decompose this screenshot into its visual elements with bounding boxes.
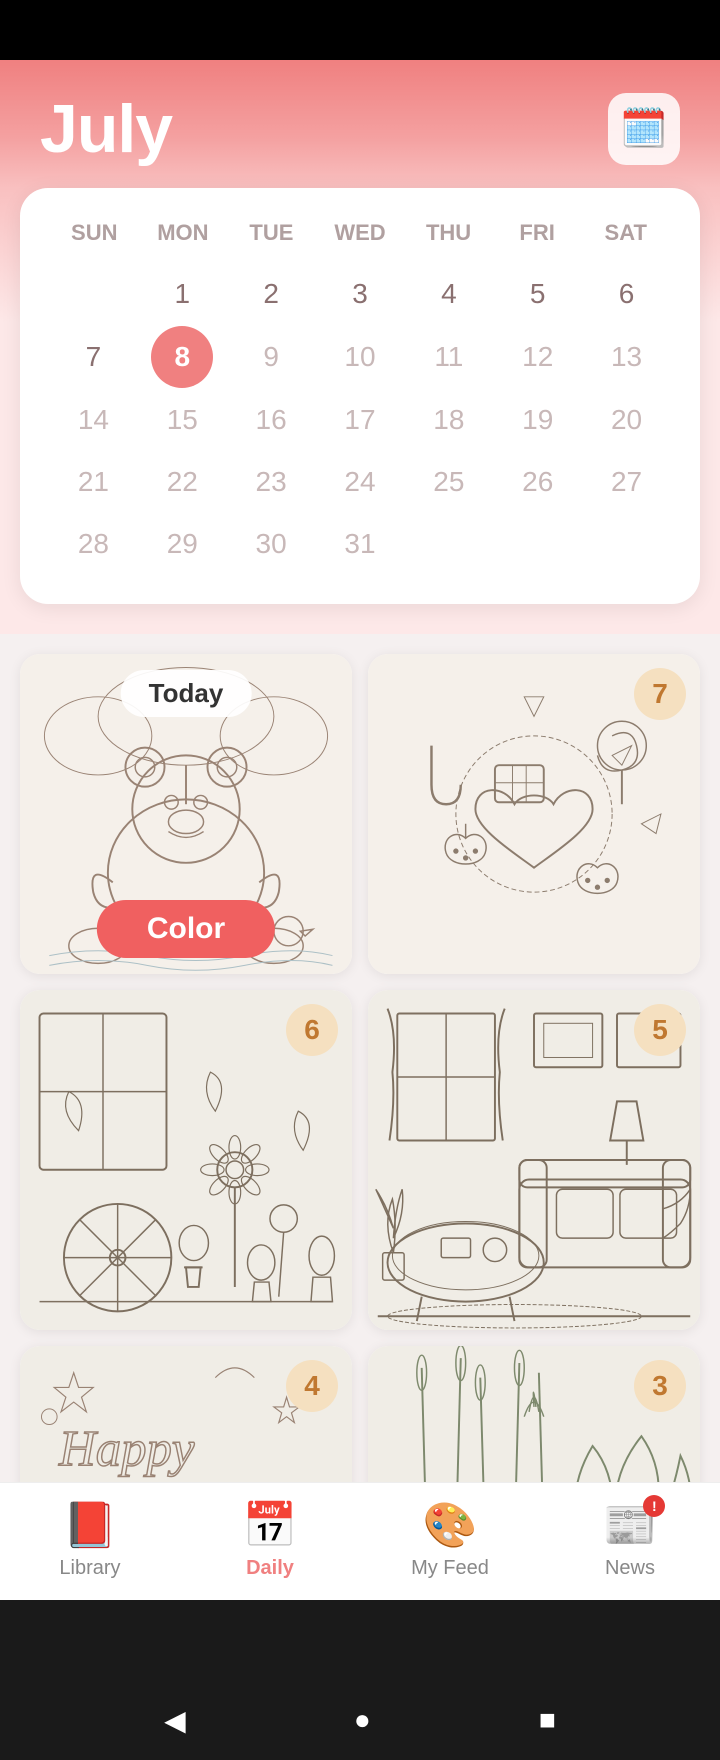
cal-header-sun: SUN bbox=[50, 212, 139, 254]
cal-day-13: 13 bbox=[611, 327, 642, 387]
day7-art: 7 bbox=[368, 654, 700, 974]
home-button[interactable]: ● bbox=[354, 1704, 371, 1736]
news-badge: ! bbox=[643, 1495, 665, 1517]
cal-day-29: 29 bbox=[167, 514, 198, 574]
calendar-grid: 1 2 3 4 5 6 7 8 9 10 11 12 13 14 15 16 1… bbox=[50, 264, 670, 574]
nav-label-myfeed: My Feed bbox=[411, 1557, 489, 1580]
cal-day-2: 2 bbox=[263, 264, 279, 324]
library-icon: 📕 bbox=[63, 1499, 118, 1551]
daily-icon: 📅 bbox=[243, 1499, 298, 1551]
cal-header-wed: WED bbox=[316, 212, 405, 254]
cal-day-12: 12 bbox=[522, 327, 553, 387]
cal-day-8-today: 8 bbox=[151, 326, 213, 388]
nav-label-news: News bbox=[605, 1557, 655, 1580]
cal-day-31: 31 bbox=[344, 514, 375, 574]
nav-item-myfeed[interactable]: 🎨 My Feed bbox=[360, 1499, 540, 1580]
calendar-card: SUN MON TUE WED THU FRI SAT 1 2 3 4 5 6 … bbox=[0, 188, 720, 634]
sys-nav: ◀ ● ■ bbox=[0, 1680, 720, 1760]
day5-art: 5 bbox=[368, 990, 700, 1330]
cal-day-14: 14 bbox=[78, 390, 109, 450]
day5-coloring-card[interactable]: 5 bbox=[368, 990, 700, 1330]
calendar-inner: SUN MON TUE WED THU FRI SAT 1 2 3 4 5 6 … bbox=[20, 188, 700, 604]
cal-day-5: 5 bbox=[530, 264, 546, 324]
day3-badge: 3 bbox=[634, 1360, 686, 1412]
cal-day-6: 6 bbox=[619, 264, 635, 324]
recents-button[interactable]: ■ bbox=[539, 1704, 556, 1736]
cal-day-18: 18 bbox=[433, 390, 464, 450]
calendar-icon-button[interactable]: 🗓️ bbox=[608, 93, 680, 165]
cal-day-27: 27 bbox=[611, 452, 642, 512]
day6-badge: 6 bbox=[286, 1004, 338, 1056]
cal-day-9: 9 bbox=[263, 327, 279, 387]
today-art: Today Color bbox=[20, 654, 352, 974]
calendar-header-row: SUN MON TUE WED THU FRI SAT bbox=[50, 212, 670, 254]
day6-coloring-card[interactable]: 6 bbox=[20, 990, 352, 1330]
header: July 🗓️ bbox=[0, 60, 720, 188]
cal-day-28: 28 bbox=[78, 514, 109, 574]
cal-day-20: 20 bbox=[611, 390, 642, 450]
day5-badge: 5 bbox=[634, 1004, 686, 1056]
nav-item-daily[interactable]: 📅 Daily bbox=[180, 1499, 360, 1580]
cal-header-mon: MON bbox=[139, 212, 228, 254]
nav-item-library[interactable]: 📕 Library bbox=[0, 1499, 180, 1580]
cal-day-22: 22 bbox=[167, 452, 198, 512]
today-coloring-card[interactable]: Today Color bbox=[20, 654, 352, 974]
cal-day-15: 15 bbox=[167, 390, 198, 450]
cal-day-30: 30 bbox=[256, 514, 287, 574]
nav-item-news[interactable]: 📰 ! News bbox=[540, 1499, 720, 1580]
nav-label-daily: Daily bbox=[246, 1557, 294, 1580]
cal-day-17: 17 bbox=[344, 390, 375, 450]
cal-header-fri: FRI bbox=[493, 212, 582, 254]
cal-day-7: 7 bbox=[86, 327, 102, 387]
nav-label-library: Library bbox=[59, 1557, 120, 1580]
cal-day-24: 24 bbox=[344, 452, 375, 512]
day6-art: 6 bbox=[20, 990, 352, 1330]
cal-header-sat: SAT bbox=[581, 212, 670, 254]
content-area: Today Color bbox=[0, 634, 720, 1546]
cal-header-thu: THU bbox=[404, 212, 493, 254]
month-title: July bbox=[40, 90, 172, 168]
day4-badge: 4 bbox=[286, 1360, 338, 1412]
status-bar bbox=[0, 0, 720, 60]
cal-day-26: 26 bbox=[522, 452, 553, 512]
color-button[interactable]: Color bbox=[97, 900, 275, 958]
cal-day-4: 4 bbox=[441, 264, 457, 324]
cal-day-21: 21 bbox=[78, 452, 109, 512]
bottom-nav: 📕 Library 📅 Daily 🎨 My Feed 📰 ! News bbox=[0, 1482, 720, 1600]
calendar-icon: 🗓️ bbox=[620, 107, 667, 151]
cal-day-10: 10 bbox=[344, 327, 375, 387]
day7-badge: 7 bbox=[634, 668, 686, 720]
cal-day-19: 19 bbox=[522, 390, 553, 450]
cal-day-3: 3 bbox=[352, 264, 368, 324]
cal-day-23: 23 bbox=[256, 452, 287, 512]
cal-day-25: 25 bbox=[433, 452, 464, 512]
news-icon-wrap: 📰 ! bbox=[603, 1499, 658, 1551]
cal-header-tue: TUE bbox=[227, 212, 316, 254]
svg-text:Happy: Happy bbox=[58, 1421, 195, 1477]
back-button[interactable]: ◀ bbox=[164, 1704, 186, 1737]
myfeed-icon: 🎨 bbox=[423, 1499, 478, 1551]
image-grid: Today Color bbox=[20, 654, 700, 1330]
today-badge: Today bbox=[121, 670, 252, 717]
cal-day-1: 1 bbox=[174, 264, 190, 324]
day7-coloring-card[interactable]: 7 bbox=[368, 654, 700, 974]
cal-day-11: 11 bbox=[434, 327, 463, 387]
cal-day-16: 16 bbox=[256, 390, 287, 450]
